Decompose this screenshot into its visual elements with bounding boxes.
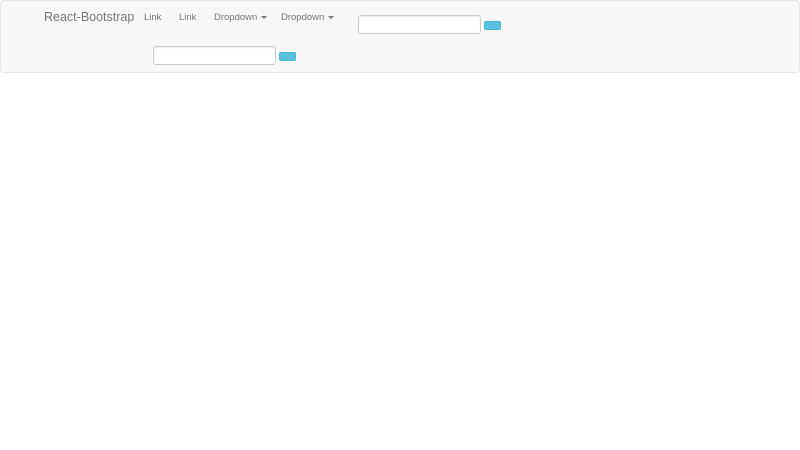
nav-link-2[interactable]: Link bbox=[179, 12, 196, 23]
nav-dropdown-1-label: Dropdown bbox=[214, 12, 258, 23]
search-input-2[interactable] bbox=[153, 46, 276, 65]
navbar-brand[interactable]: React-Bootstrap bbox=[44, 10, 134, 24]
nav-dropdown-1[interactable]: Dropdown bbox=[214, 12, 268, 23]
caret-down-icon bbox=[261, 15, 268, 19]
nav-link-1-label: Link bbox=[144, 12, 162, 23]
search-button-1[interactable] bbox=[484, 21, 501, 30]
search-button-2[interactable] bbox=[279, 52, 296, 61]
navbar: React-Bootstrap Link Link Dropdown Dropd… bbox=[0, 0, 800, 73]
nav-link-2-label: Link bbox=[179, 12, 197, 23]
search-input-1[interactable] bbox=[358, 15, 481, 34]
nav-link-1[interactable]: Link bbox=[144, 12, 161, 23]
nav-dropdown-2[interactable]: Dropdown bbox=[281, 12, 335, 23]
nav-dropdown-2-label: Dropdown bbox=[281, 12, 325, 23]
caret-down-icon bbox=[328, 15, 335, 19]
